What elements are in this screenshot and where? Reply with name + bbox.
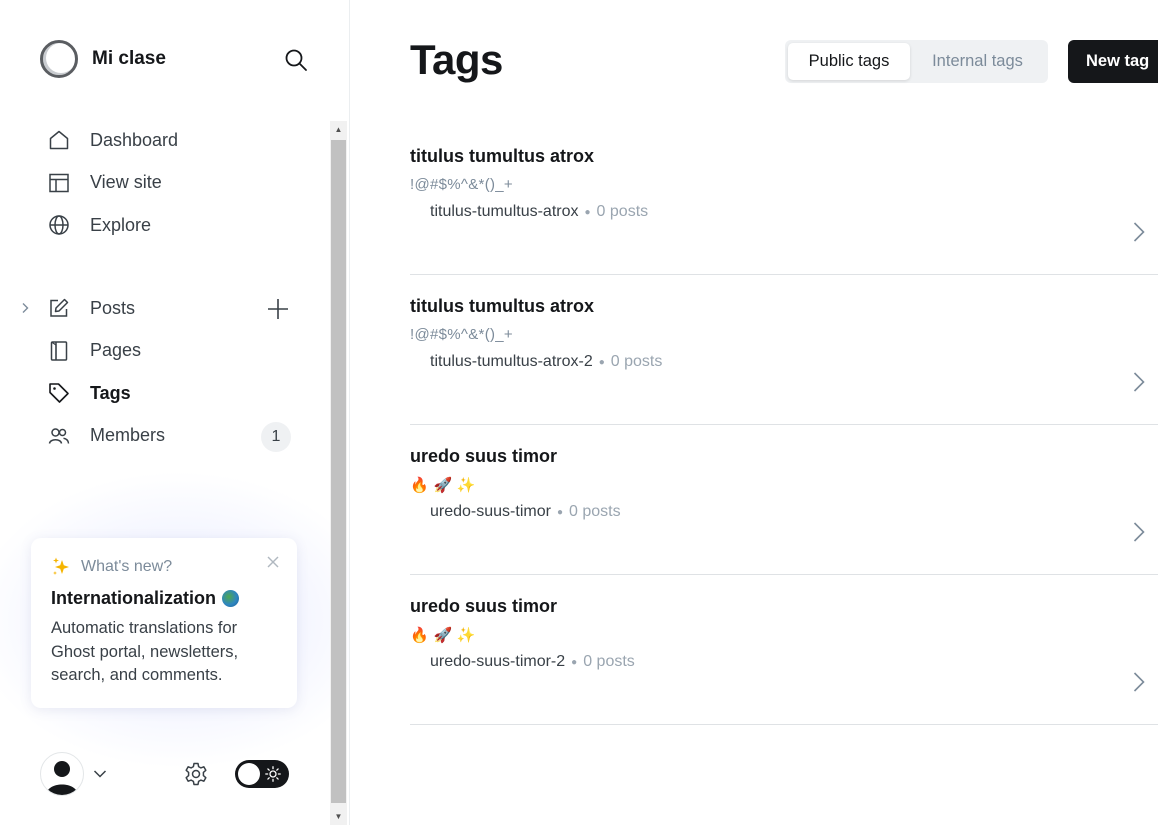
tag-description: 🔥 🚀 ✨ <box>410 627 476 644</box>
settings-button[interactable] <box>182 760 210 788</box>
scroll-up-arrow-icon[interactable]: ▲ <box>330 121 347 138</box>
content-nav: Posts Pages Tags Members 1 <box>22 287 300 458</box>
tag-meta: titulus-tumultus-atrox-2 ● 0 posts <box>430 353 662 371</box>
tag-meta: titulus-tumultus-atrox ● 0 posts <box>430 203 648 221</box>
sparkle-icon <box>53 557 69 575</box>
sidebar: Mi clase Dashboard View site Explore Pos… <box>0 0 350 825</box>
tab-internal-tags[interactable]: Internal tags <box>910 43 1045 80</box>
brand[interactable]: Mi clase <box>40 40 166 78</box>
nav-tags[interactable]: Tags <box>40 372 300 415</box>
theme-toggle[interactable] <box>235 760 289 788</box>
tag-post-count: 0 posts <box>568 503 621 520</box>
whats-new-title-row: Internationalization <box>51 588 277 609</box>
chevron-right-icon[interactable] <box>1129 520 1149 544</box>
nav-view-site[interactable]: View site <box>40 162 300 205</box>
nav-members[interactable]: Members 1 <box>40 415 300 458</box>
tag-slug: uredo-suus-timor <box>430 503 551 520</box>
primary-nav: Dashboard View site Explore <box>40 119 300 247</box>
nav-posts[interactable]: Posts <box>22 287 300 330</box>
toggle-knob <box>238 763 260 785</box>
tag-slug: uredo-suus-timor-2 <box>430 653 566 670</box>
tag-name: uredo suus timor <box>410 446 558 466</box>
tag-description: 🔥 🚀 ✨ <box>410 477 476 494</box>
plus-icon <box>268 299 288 319</box>
scroll-down-arrow-icon[interactable]: ▼ <box>330 808 347 825</box>
nav-label: Members <box>90 425 166 446</box>
globe-icon <box>48 214 70 236</box>
chevron-right-icon[interactable] <box>1129 220 1149 244</box>
chevron-right-icon[interactable] <box>18 301 32 315</box>
tag-description: !@#$%^&*()_+ <box>410 326 513 343</box>
tag-name: titulus tumultus atrox <box>410 146 594 166</box>
tag-slug: titulus-tumultus-atrox-2 <box>430 353 593 370</box>
nav-label: Explore <box>90 214 152 235</box>
whats-new-body: Automatic translations for Ghost portal,… <box>51 619 239 684</box>
nav-label: Dashboard <box>90 129 179 150</box>
home-icon <box>48 129 70 151</box>
tag-post-count: 0 posts <box>610 353 663 370</box>
tag-description: !@#$%^&*()_+ <box>410 176 513 193</box>
add-post-button[interactable] <box>266 297 290 321</box>
tag-name: uredo suus timor <box>410 596 558 616</box>
dot-separator: ● <box>584 206 591 218</box>
tag-row[interactable]: titulus tumultus atrox !@#$%^&*()_+ titu… <box>410 125 1158 275</box>
tag-slug: titulus-tumultus-atrox <box>430 203 579 220</box>
close-button[interactable] <box>265 554 281 570</box>
nav-explore[interactable]: Explore <box>40 204 300 247</box>
site-name: Mi clase <box>92 48 166 69</box>
chevron-right-icon[interactable] <box>1129 370 1149 394</box>
user-icon <box>46 761 78 795</box>
close-icon <box>267 556 279 568</box>
tag-post-count: 0 posts <box>596 203 649 220</box>
whats-new-card[interactable]: What's new? Internationalization Automat… <box>31 538 297 708</box>
tab-public-tags[interactable]: Public tags <box>788 43 910 80</box>
layout-icon <box>48 172 70 194</box>
sun-icon <box>265 766 281 782</box>
tag-type-switch: Public tags Internal tags <box>785 40 1048 83</box>
page-icon <box>48 340 70 362</box>
edit-icon <box>48 297 70 319</box>
nav-label: Posts <box>90 297 136 318</box>
tag-meta: uredo-suus-timor ● 0 posts <box>430 503 621 521</box>
user-avatar[interactable] <box>40 752 84 796</box>
search-icon <box>285 49 307 71</box>
site-logo <box>40 40 78 78</box>
gear-icon <box>185 762 207 786</box>
tag-list: titulus tumultus atrox !@#$%^&*()_+ titu… <box>410 125 1158 725</box>
nav-dashboard[interactable]: Dashboard <box>40 119 300 162</box>
nav-pages[interactable]: Pages <box>40 330 300 373</box>
nav-label: Tags <box>90 382 131 403</box>
whats-new-kicker: What's new? <box>81 558 173 575</box>
new-tag-button[interactable]: New tag <box>1068 40 1158 83</box>
whats-new-title: Internationalization <box>51 588 217 608</box>
tag-icon <box>48 382 70 404</box>
tag-row[interactable]: titulus tumultus atrox !@#$%^&*()_+ titu… <box>410 275 1158 425</box>
page-title: Tags <box>410 36 503 83</box>
tag-name: titulus tumultus atrox <box>410 296 594 316</box>
nav-label: Pages <box>90 340 142 361</box>
dot-separator: ● <box>571 656 578 668</box>
chevron-right-icon[interactable] <box>1129 670 1149 694</box>
members-icon <box>48 425 70 447</box>
nav-label: View site <box>90 172 162 193</box>
dot-separator: ● <box>598 356 605 368</box>
sidebar-scrollbar[interactable]: ▲ ▼ <box>330 121 347 825</box>
tag-row[interactable]: uredo suus timor 🔥 🚀 ✨ uredo-suus-timor-… <box>410 575 1158 725</box>
tag-row[interactable]: uredo suus timor 🔥 🚀 ✨ uredo-suus-timor … <box>410 425 1158 575</box>
tag-meta: uredo-suus-timor-2 ● 0 posts <box>430 653 635 671</box>
search-button[interactable] <box>282 46 310 74</box>
dot-separator: ● <box>556 506 563 518</box>
globe-emoji-icon <box>222 590 240 607</box>
members-count-badge: 1 <box>261 421 291 452</box>
tag-post-count: 0 posts <box>583 653 635 670</box>
chevron-down-icon[interactable] <box>92 766 108 782</box>
scroll-thumb[interactable] <box>331 140 346 803</box>
